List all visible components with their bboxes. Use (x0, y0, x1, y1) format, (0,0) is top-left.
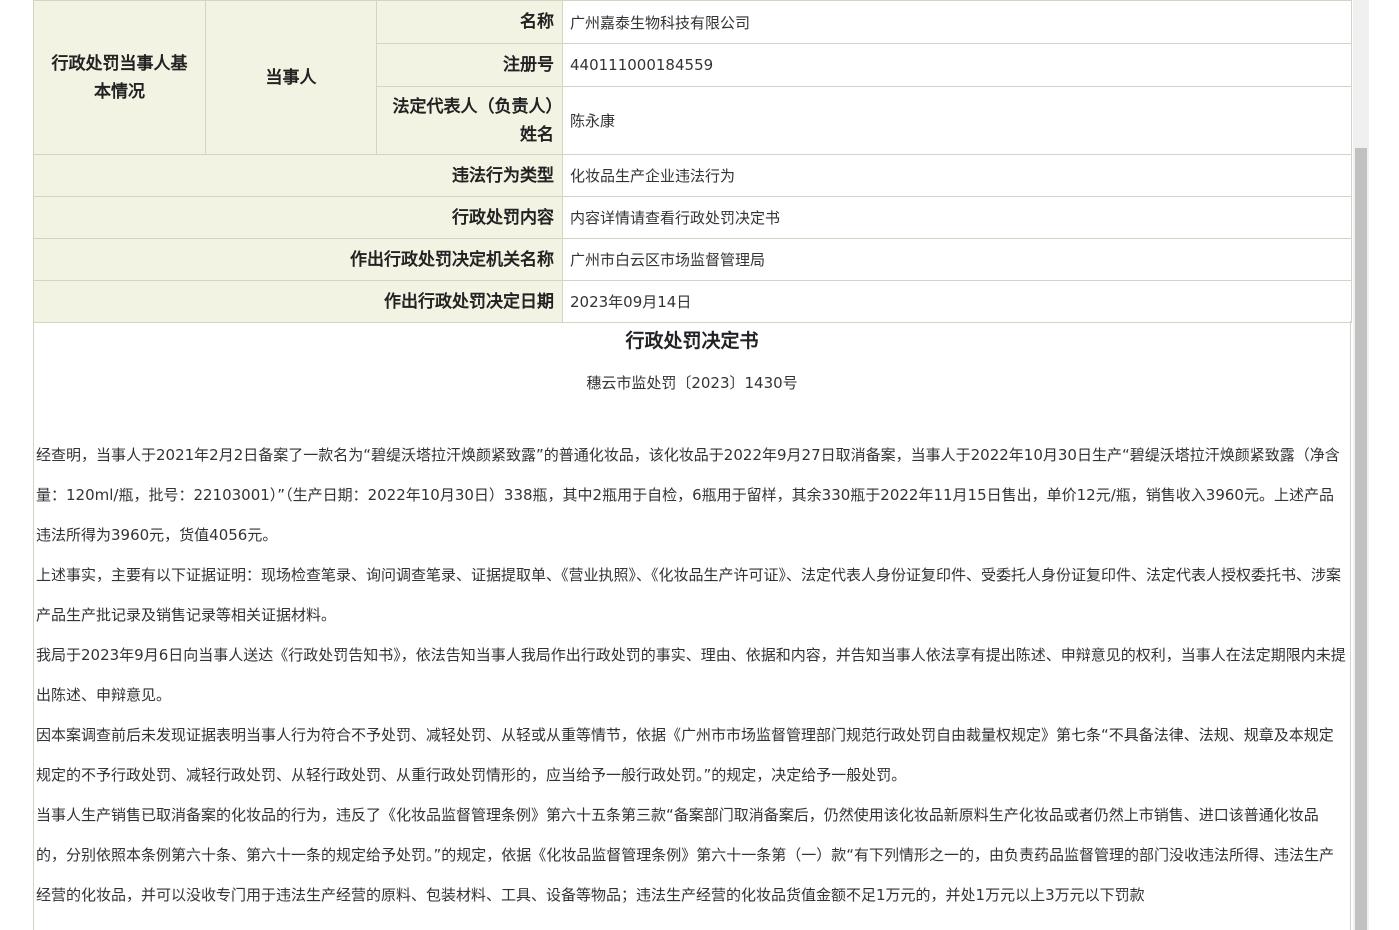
penalty-content-value: 内容详情请查看行政处罚决定书 (562, 196, 1352, 239)
decision-date-label: 作出行政处罚决定日期 (33, 280, 563, 323)
paragraph-evidence: 上述事实，主要有以下证据证明：现场检查笔录、询问调查笔录、证据提取单、《营业执照… (36, 566, 1342, 624)
paragraph-notice: 我局于2023年9月6日向当事人送达《行政处罚告知书》，依法告知当事人我局作出行… (36, 646, 1346, 704)
authority-label: 作出行政处罚决定机关名称 (33, 238, 563, 281)
document-title: 行政处罚决定书 (625, 330, 759, 352)
party-label: 当事人 (205, 0, 377, 155)
reg-no-label: 注册号 (376, 43, 563, 87)
penalty-content-label: 行政处罚内容 (33, 196, 563, 239)
violation-type-label: 违法行为类型 (33, 154, 563, 197)
paragraph-facts: 经查明，当事人于2021年2月2日备案了一款名为“碧缇沃塔拉汗焕颜紧致露”的普通… (36, 446, 1340, 544)
decision-date-value: 2023年09月14日 (562, 280, 1352, 323)
document-number: 穗云市监处罚〔2023〕1430号 (586, 374, 798, 392)
violation-type-value: 化妆品生产企业违法行为 (562, 154, 1352, 197)
paragraph-discretion: 因本案调查前后未发现证据表明当事人行为符合不予处罚、减轻处罚、从轻或从重等情节，… (36, 726, 1334, 784)
vertical-scrollbar[interactable] (1353, 0, 1369, 930)
legal-rep-label: 法定代表人（负责人）姓名 (376, 86, 563, 155)
penalty-decision-document: 行政处罚决定书 穗云市监处罚〔2023〕1430号 经查明，当事人于2021年2… (33, 321, 1351, 930)
document-body: 经查明，当事人于2021年2月2日备案了一款名为“碧缇沃塔拉汗焕颜紧致露”的普通… (34, 435, 1350, 915)
party-section-label: 行政处罚当事人基本情况 (33, 0, 206, 155)
penalty-info-table: 行政处罚当事人基本情况 当事人 名称 广州嘉泰生物科技有限公司 注册号 4401… (33, 0, 1352, 323)
legal-rep-value: 陈永康 (562, 86, 1352, 155)
scrollbar-thumb[interactable] (1355, 148, 1367, 930)
reg-no-value: 440111000184559 (562, 43, 1352, 87)
name-value: 广州嘉泰生物科技有限公司 (562, 0, 1352, 44)
paragraph-legal-basis: 当事人生产销售已取消备案的化妆品的行为，违反了《化妆品监督管理条例》第六十五条第… (36, 806, 1335, 904)
name-label: 名称 (376, 0, 563, 44)
authority-value: 广州市白云区市场监督管理局 (562, 238, 1352, 281)
